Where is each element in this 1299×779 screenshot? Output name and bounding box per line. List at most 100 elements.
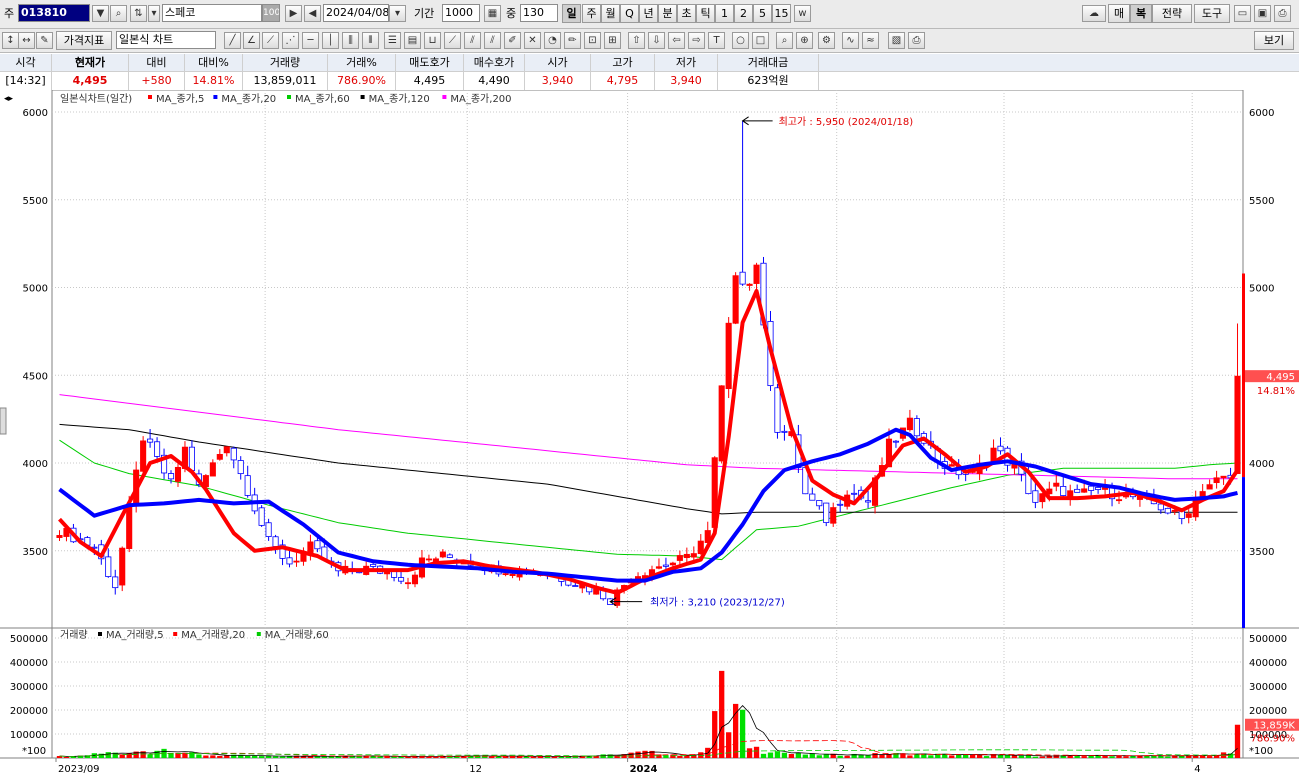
printer-icon[interactable]: ⎙ <box>908 32 925 49</box>
chart-style-select[interactable]: 일본식 차트 <box>116 31 216 49</box>
cloud-icon[interactable]: ☁ <box>1082 5 1106 22</box>
candle-body <box>662 564 669 567</box>
stock-name-field[interactable]: 스페코 <box>162 4 262 22</box>
side-collapse-handle[interactable] <box>0 407 7 435</box>
fan-tool-icon[interactable]: ⋰ <box>282 32 299 49</box>
text-icon[interactable]: T <box>708 32 725 49</box>
gauge-icon[interactable]: ◔ <box>544 32 561 49</box>
cross-icon[interactable]: ✕ <box>524 32 541 49</box>
candle-body <box>697 540 704 555</box>
edit-icon[interactable]: ✎ <box>36 32 53 49</box>
volume-legend-entry: MA_거래량,5 <box>106 629 164 641</box>
angle-tool-icon[interactable]: ∠ <box>243 32 260 49</box>
volume-bar <box>865 755 871 758</box>
horizontal-arrows-icon[interactable]: ↔ <box>18 32 35 49</box>
save-icon[interactable]: ▣ <box>1254 5 1271 22</box>
code-dropdown-icon[interactable]: ▼ <box>92 5 109 22</box>
tab-1[interactable]: 1 <box>715 4 734 23</box>
volume-bar <box>217 755 223 758</box>
quote-volume-pct: 786.90% <box>328 72 396 90</box>
candle-body <box>314 540 321 550</box>
wave-b-icon[interactable]: ≈ <box>862 32 879 49</box>
image-icon[interactable]: ▧ <box>888 32 905 49</box>
volume-bar <box>928 755 934 758</box>
tools-button[interactable]: 도구 <box>1194 4 1230 23</box>
compound-button[interactable]: 복 <box>1130 4 1152 23</box>
list-icon[interactable]: ☰ <box>384 32 401 49</box>
tab-2[interactable]: 2 <box>734 4 753 23</box>
trend-tool-icon[interactable]: ⟋ <box>262 32 279 49</box>
calendar-dropdown-icon[interactable]: ▾ <box>389 5 406 22</box>
stock-code-input[interactable]: 013810 <box>18 4 90 22</box>
back-icon[interactable]: ◀ <box>304 5 321 22</box>
slash-icon[interactable]: ⟋ <box>444 32 461 49</box>
open-folder-icon[interactable]: ▭ <box>1234 5 1251 22</box>
ratio-box[interactable]: 100 <box>262 4 280 22</box>
price-indicator-button[interactable]: 가격지표 <box>56 31 112 50</box>
candle-body <box>188 446 195 471</box>
grid-box-icon[interactable]: ⊞ <box>604 32 621 49</box>
legend-entry: MA_종가,60 <box>295 93 350 105</box>
legend-swatch <box>442 95 447 99</box>
tab-second[interactable]: 초 <box>677 4 696 23</box>
multi-line-icon[interactable]: ⦀ <box>362 32 379 49</box>
volume-bar <box>377 756 383 758</box>
tab-quarter[interactable]: Q <box>620 4 639 23</box>
candle-body <box>1060 486 1067 496</box>
collapse-arrows-icon[interactable]: ◂▸ <box>4 94 14 104</box>
period-input[interactable]: 1000 <box>442 4 480 22</box>
rect-icon[interactable]: □ <box>752 32 769 49</box>
arrow-left-icon[interactable]: ⇦ <box>668 32 685 49</box>
search-icon[interactable]: ⌕ <box>110 5 127 22</box>
arrow-up-icon[interactable]: ⇧ <box>628 32 645 49</box>
table-icon[interactable]: ▤ <box>404 32 421 49</box>
volume-tick-label-left: 500000 <box>10 634 48 645</box>
candle-body <box>307 541 314 554</box>
volume-bar <box>816 755 822 758</box>
price-tick-label-left: 4000 <box>23 459 48 470</box>
view-button[interactable]: 보기 <box>1254 31 1294 50</box>
tab-minute[interactable]: 분 <box>658 4 677 23</box>
channel-icon[interactable]: ⫽ <box>464 32 481 49</box>
tab-month[interactable]: 월 <box>601 4 620 23</box>
arrow-right-icon[interactable]: ⇨ <box>688 32 705 49</box>
pen-icon[interactable]: ✐ <box>504 32 521 49</box>
print-icon[interactable]: ⎙ <box>1274 5 1291 22</box>
volume-bar <box>252 755 258 758</box>
edit-box-icon[interactable]: ⊡ <box>584 32 601 49</box>
date-field[interactable]: 2024/04/08 <box>323 4 389 22</box>
parallel-icon[interactable]: ⫽ <box>484 32 501 49</box>
buy-button[interactable]: 매 <box>1108 4 1130 23</box>
zoom-area-icon[interactable]: ⊕ <box>796 32 813 49</box>
tab-year[interactable]: 년 <box>639 4 658 23</box>
tab-day[interactable]: 일 <box>562 4 581 23</box>
circle-icon[interactable]: ○ <box>732 32 749 49</box>
zoom-icon[interactable]: ⌕ <box>776 32 793 49</box>
count-input[interactable]: 130 <box>520 4 558 22</box>
grid-icon[interactable]: ▦ <box>484 5 501 22</box>
tab-15[interactable]: 15 <box>772 4 791 23</box>
tab-tick[interactable]: 틱 <box>696 4 715 23</box>
quote-time: [14:32] <box>0 72 52 90</box>
play-icon[interactable]: ▶ <box>285 5 302 22</box>
quote-change-pct: 14.81% <box>185 72 243 90</box>
column-icon[interactable]: ⊔ <box>424 32 441 49</box>
sort-dropdown-icon[interactable]: ▾ <box>148 5 160 22</box>
arrow-down-icon[interactable]: ⇩ <box>648 32 665 49</box>
candle-body <box>293 560 300 563</box>
candle-body <box>1032 490 1039 503</box>
wave-a-icon[interactable]: ∿ <box>842 32 859 49</box>
vline-tool-icon[interactable]: │ <box>322 32 339 49</box>
hline-tool-icon[interactable]: ─ <box>302 32 319 49</box>
brush-icon[interactable]: ✏ <box>564 32 581 49</box>
strategy-button[interactable]: 전략 <box>1152 4 1192 23</box>
settings-icon[interactable]: ⚙ <box>818 32 835 49</box>
tab-5[interactable]: 5 <box>753 4 772 23</box>
candle-body <box>892 440 900 443</box>
sort-icon[interactable]: ⇅ <box>130 5 147 22</box>
bars-tool-icon[interactable]: ⫼ <box>342 32 359 49</box>
vertical-arrows-icon[interactable]: ↕ <box>2 32 19 49</box>
line-tool-icon[interactable]: ╱ <box>224 32 241 49</box>
tab-week[interactable]: 주 <box>582 4 601 23</box>
wave-icon[interactable]: w <box>794 5 811 22</box>
